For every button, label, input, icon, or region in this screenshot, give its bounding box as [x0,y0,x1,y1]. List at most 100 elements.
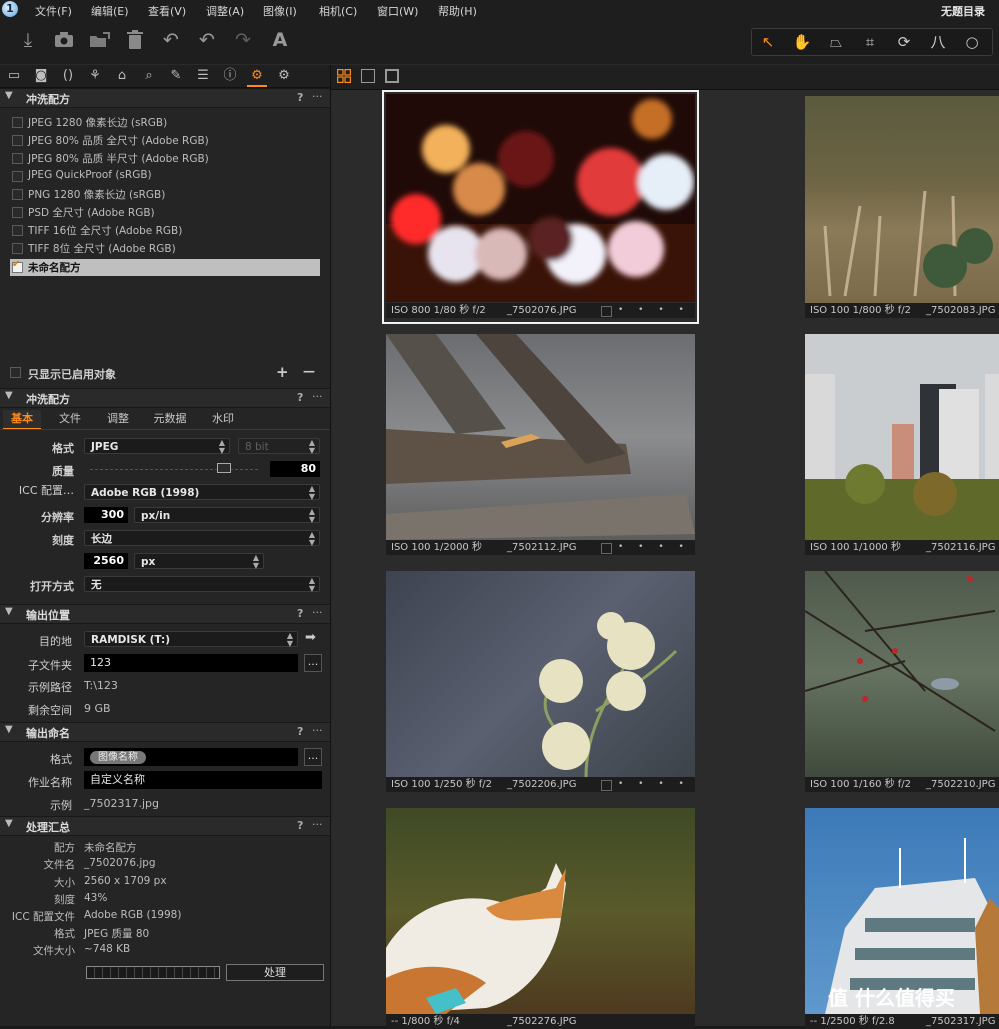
recipe-item[interactable]: JPEG QuickProof (sRGB) [10,168,320,185]
tab-watermark[interactable]: 水印 [202,410,244,428]
menu-edit[interactable]: 编辑(E) [91,3,129,19]
show-enabled-checkbox[interactable] [10,367,21,378]
menu-adjust[interactable]: 调整(A) [206,3,244,19]
icc-profile-select[interactable]: Adobe RGB (1998) ▲ ▼ [84,484,320,501]
tab-file[interactable]: 文件 [50,410,90,428]
redo-icon[interactable]: ↷ [231,28,255,52]
collapse-arrow-icon[interactable]: ▼ [5,606,13,617]
thumbnail[interactable]: ISO 100 1/2000 秒 _7502112.JPG • • • • • [386,334,695,557]
resolution-input[interactable]: 300 [84,507,128,523]
select-cursor-icon[interactable]: ↖ [756,32,780,52]
size-input[interactable]: 2560 [84,553,128,569]
collapse-arrow-icon[interactable]: ▼ [5,390,13,401]
crop-icon[interactable]: ⌗ [858,32,882,52]
quality-slider-thumb[interactable] [217,463,232,473]
subfolder-browse-button[interactable]: ... [304,654,322,672]
camera-icon[interactable] [52,28,76,52]
job-name-input[interactable]: 自定义名称 [84,771,322,789]
menu-window[interactable]: 窗口(W) [377,3,418,19]
help-icon[interactable]: ? [297,391,303,404]
thumbnail[interactable]: ISO 100 1/250 秒 f/2 _7502206.JPG • • • •… [386,571,695,794]
recipe-checkbox[interactable] [12,153,23,164]
rating-dots[interactable]: • • • • • [618,303,695,318]
thumbnail[interactable]: ISO 100 1/1000 秒 _7502116.JPG [805,334,999,557]
image-name-token[interactable]: 图像名称 [90,751,146,764]
output-naming-header[interactable]: ▼ 输出命名 ? ··· [0,722,330,742]
recipe-checkbox[interactable] [12,189,23,200]
tab-basic[interactable]: 基本 [3,410,41,430]
recipe-settings-header[interactable]: ▼ 冲洗配方 ? ··· [0,388,330,408]
lens-icon[interactable]: () [58,67,78,85]
rating-dots[interactable]: • • • • • [618,540,695,555]
full-view-icon[interactable] [385,69,399,83]
recipe-checkbox[interactable] [12,207,23,218]
quality-number[interactable]: 80 [270,461,320,477]
recipe-item[interactable]: JPEG 1280 像素长边 (sRGB) [10,114,320,131]
straighten-icon[interactable]: 八 [926,32,950,52]
more-icon[interactable]: ··· [312,90,323,103]
batch-icon[interactable]: ⚙ [274,67,294,85]
recipe-checkbox-checked[interactable] [12,259,23,273]
menu-camera[interactable]: 相机(C) [319,3,357,19]
help-icon[interactable]: ? [297,725,303,738]
info-icon[interactable]: ⓘ [220,67,240,85]
more-icon[interactable]: ··· [312,724,323,737]
tab-metadata[interactable]: 元数据 [146,410,194,428]
auto-adjust-icon[interactable]: A [268,28,292,52]
tab-adjust[interactable]: 调整 [98,410,138,428]
hand-icon[interactable]: ✋ [790,32,814,52]
recipe-checkbox[interactable] [12,243,23,254]
keystone-icon[interactable]: ⏢ [824,32,848,52]
thumbnail[interactable]: ISO 800 1/80 秒 f/2 _7502076.JPG • • • • … [382,90,699,324]
local-adjust-icon[interactable]: ✎ [166,67,186,85]
single-view-icon[interactable] [361,69,375,83]
details-icon[interactable]: ⌕ [139,67,159,85]
process-button[interactable]: 处理 [226,964,324,981]
recipe-checkbox[interactable] [12,117,23,128]
color-icon[interactable]: ⚘ [85,67,105,85]
undo-all-icon[interactable]: ↶ [159,28,183,52]
select-checkbox[interactable] [601,306,612,317]
bit-depth-select[interactable]: 8 bit ▲ ▼ [238,438,320,455]
recipe-checkbox[interactable] [12,225,23,236]
folder-icon[interactable]: ▭ [4,67,24,85]
arrow-right-icon[interactable]: ➡ [305,630,316,645]
recipe-item[interactable]: TIFF 8位 全尺寸 (Adobe RGB) [10,240,320,257]
recipe-item[interactable]: PNG 1280 像素长边 (sRGB) [10,186,320,203]
trash-icon[interactable] [123,28,147,52]
metadata-icon[interactable]: ☰ [193,67,213,85]
open-with-select[interactable]: 无 ▲ ▼ [84,576,320,593]
import-icon[interactable]: ⤓ [16,28,40,52]
output-location-header[interactable]: ▼ 输出位置 ? ··· [0,604,330,624]
quality-slider-track[interactable] [90,469,258,471]
collapse-arrow-icon[interactable]: ▼ [5,724,13,735]
menu-view[interactable]: 查看(V) [148,3,186,19]
output-icon[interactable]: ⚙ [247,67,267,87]
resolution-unit-select[interactable]: px/in ▲ ▼ [134,507,320,524]
rating-dots[interactable]: • • • • • [618,777,695,792]
collapse-arrow-icon[interactable]: ▼ [5,818,13,829]
subfolder-input[interactable]: 123 [84,654,298,672]
recipe-item-selected[interactable]: 未命名配方 [10,259,320,276]
add-recipe-button[interactable]: + [276,363,289,381]
collapse-arrow-icon[interactable]: ▼ [5,90,13,101]
menu-file[interactable]: 文件(F) [35,3,72,19]
recipes-section-header[interactable]: ▼ 冲洗配方 ? ··· [0,88,330,108]
recipe-checkbox[interactable] [12,135,23,146]
destination-select[interactable]: RAMDISK (T:) ▲ ▼ [84,631,298,648]
export-icon[interactable] [88,28,112,52]
naming-browse-button[interactable]: ... [304,748,322,766]
more-icon[interactable]: ··· [312,606,323,619]
undo-icon[interactable]: ↶ [195,28,219,52]
recipe-item[interactable]: TIFF 16位 全尺寸 (Adobe RGB) [10,222,320,239]
grid-view-icon[interactable] [337,69,352,84]
menu-help[interactable]: 帮助(H) [438,3,477,19]
more-icon[interactable]: ··· [312,818,323,831]
menu-image[interactable]: 图像(I) [263,3,297,19]
recipe-item[interactable]: JPEG 80% 品质 全尺寸 (Adobe RGB) [10,132,320,149]
format-select[interactable]: JPEG ▲ ▼ [84,438,230,455]
naming-format-input[interactable]: 图像名称 [84,748,298,766]
remove-recipe-button[interactable]: — [303,364,315,378]
thumbnail[interactable]: ISO 100 1/160 秒 f/2 _7502210.JPG [805,571,999,794]
rotate-icon[interactable]: ⟳ [892,32,916,52]
